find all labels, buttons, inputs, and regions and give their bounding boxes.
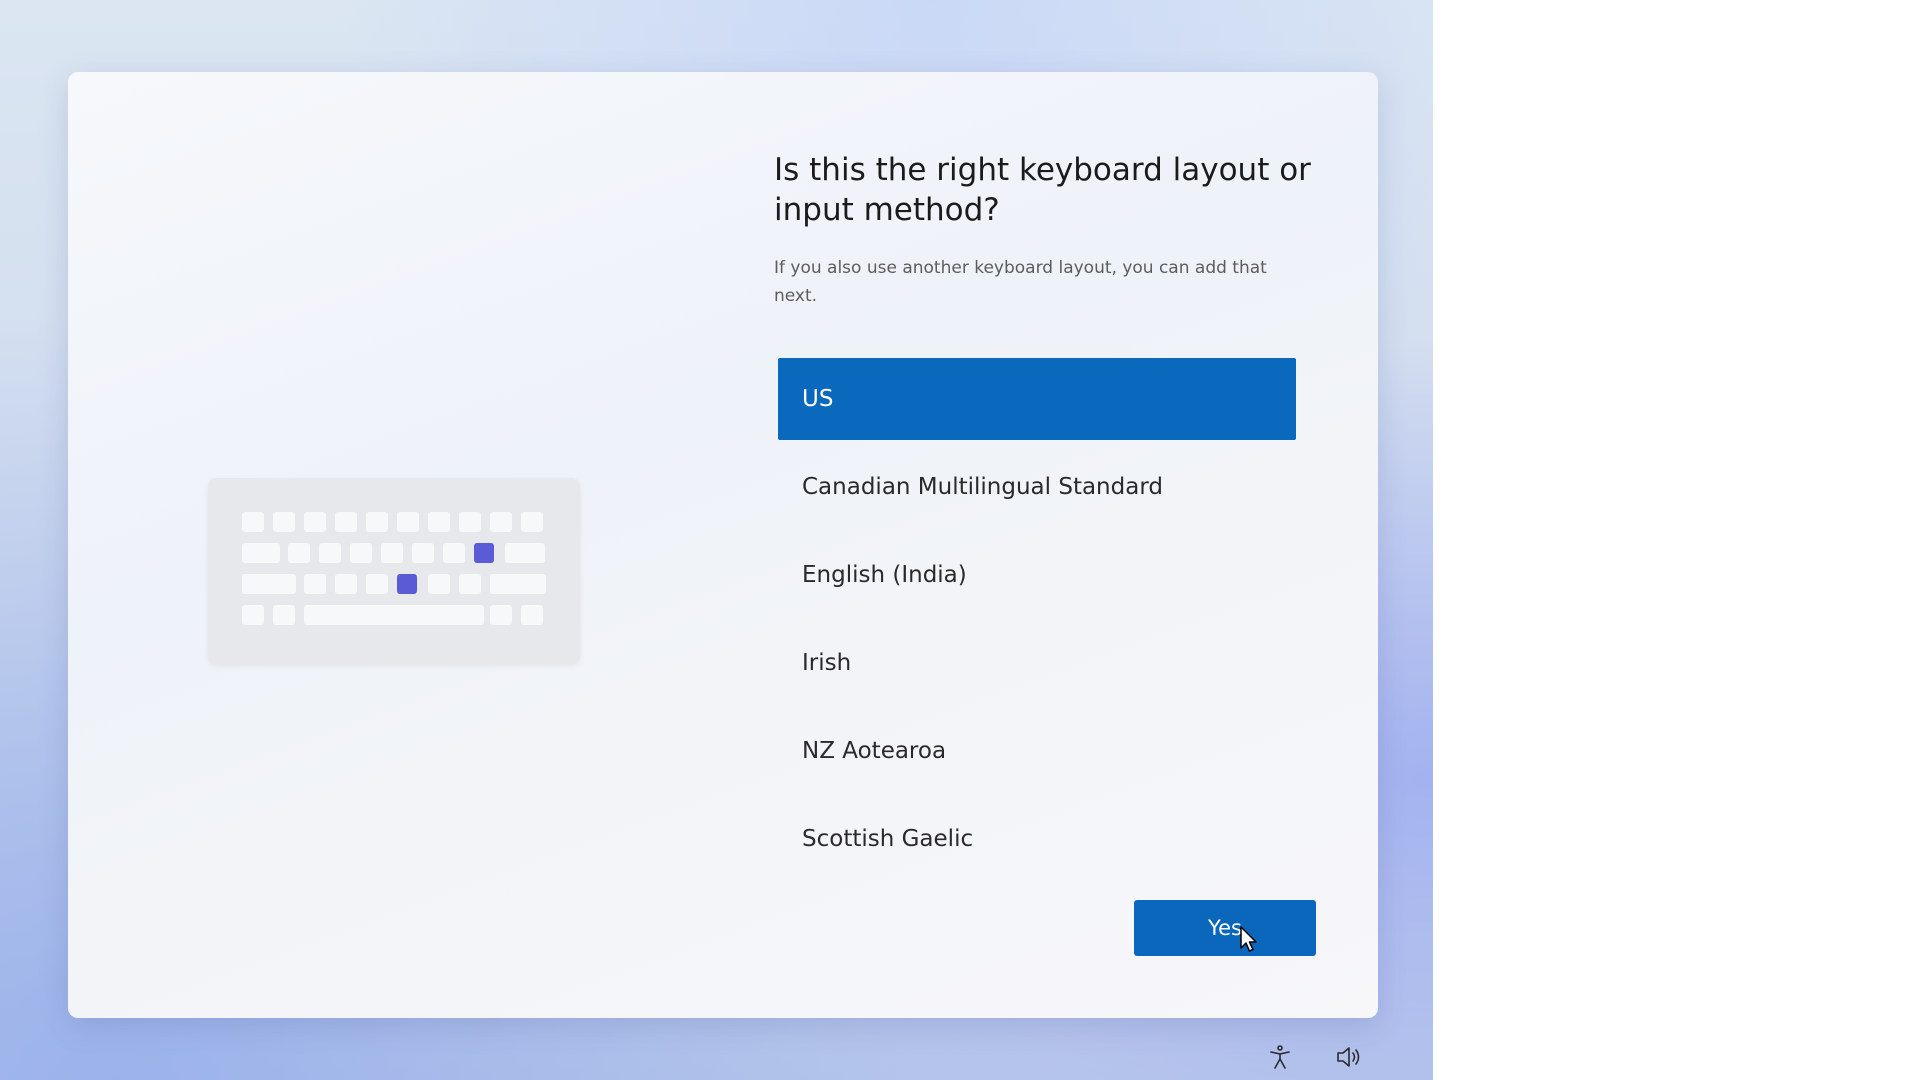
layout-option-label: Scottish Gaelic <box>802 826 974 852</box>
keyboard-key <box>521 512 543 532</box>
volume-icon[interactable] <box>1334 1042 1364 1072</box>
keyboard-illustration <box>208 478 580 664</box>
keyboard-key <box>366 574 388 594</box>
keyboard-key <box>428 574 450 594</box>
layout-option-label: Irish <box>802 650 852 676</box>
keyboard-key <box>242 574 296 594</box>
keyboard-key <box>443 543 465 563</box>
keyboard-key <box>304 605 484 625</box>
keyboard-key <box>459 512 481 532</box>
keyboard-key <box>381 543 403 563</box>
accessibility-icon[interactable] <box>1265 1042 1295 1072</box>
keyboard-key <box>242 543 280 563</box>
layout-option-scottish-gaelic[interactable]: Scottish Gaelic <box>778 798 1296 880</box>
layout-option-canadian-multilingual[interactable]: Canadian Multilingual Standard <box>778 446 1296 528</box>
keyboard-key <box>505 543 545 563</box>
keyboard-key <box>490 605 512 625</box>
keyboard-key <box>490 512 512 532</box>
layout-option-label: Canadian Multilingual Standard <box>802 474 1163 500</box>
keyboard-key <box>304 512 326 532</box>
layout-option-label: US <box>802 386 834 412</box>
layout-option-label: NZ Aotearoa <box>802 738 947 764</box>
keyboard-key <box>273 512 295 532</box>
layout-option-nz-aotearoa[interactable]: NZ Aotearoa <box>778 710 1296 792</box>
page-title: Is this the right keyboard layout or inp… <box>774 152 1311 228</box>
keyboard-key <box>319 543 341 563</box>
blank-area <box>1433 0 1920 1080</box>
keyboard-key <box>428 512 450 532</box>
keyboard-key <box>521 605 543 625</box>
keyboard-key <box>412 543 434 563</box>
keyboard-key <box>335 574 357 594</box>
yes-button[interactable]: Yes <box>1134 900 1316 956</box>
mouse-cursor-icon <box>1240 926 1257 952</box>
keyboard-key <box>288 543 310 563</box>
keyboard-key <box>304 574 326 594</box>
keyboard-key <box>335 512 357 532</box>
keyboard-key <box>242 605 264 625</box>
keyboard-key <box>350 543 372 563</box>
keyboard-key <box>273 605 295 625</box>
keyboard-key <box>397 512 419 532</box>
setup-dialog: Is this the right keyboard layout or inp… <box>68 72 1378 1018</box>
layout-option-english-india[interactable]: English (India) <box>778 534 1296 616</box>
keyboard-key <box>459 574 481 594</box>
highlighted-key <box>474 543 494 563</box>
keyboard-key <box>366 512 388 532</box>
layout-option-irish[interactable]: Irish <box>778 622 1296 704</box>
layout-option-us[interactable]: US <box>778 358 1296 440</box>
layout-option-label: English (India) <box>802 562 967 588</box>
oobe-screen: Is this the right keyboard layout or inp… <box>0 0 1433 1080</box>
keyboard-layout-list: US Canadian Multilingual Standard Englis… <box>778 358 1296 886</box>
highlighted-key <box>397 574 417 594</box>
page-description: If you also use another keyboard layout,… <box>774 258 1267 306</box>
keyboard-key <box>490 574 546 594</box>
keyboard-key <box>242 512 264 532</box>
